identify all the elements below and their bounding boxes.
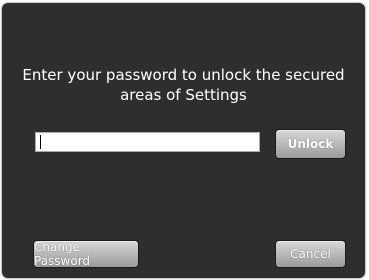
unlock-message: Enter your password to unlock the secure… bbox=[2, 65, 365, 105]
unlock-message-line1: Enter your password to unlock the secure… bbox=[22, 66, 345, 84]
unlock-button[interactable]: Unlock bbox=[275, 129, 346, 159]
unlock-message-line2: areas of Settings bbox=[120, 86, 247, 104]
change-password-button[interactable]: Change Password bbox=[33, 240, 139, 268]
text-caret bbox=[40, 135, 41, 149]
password-input[interactable] bbox=[35, 132, 260, 152]
cancel-button[interactable]: Cancel bbox=[275, 240, 346, 268]
